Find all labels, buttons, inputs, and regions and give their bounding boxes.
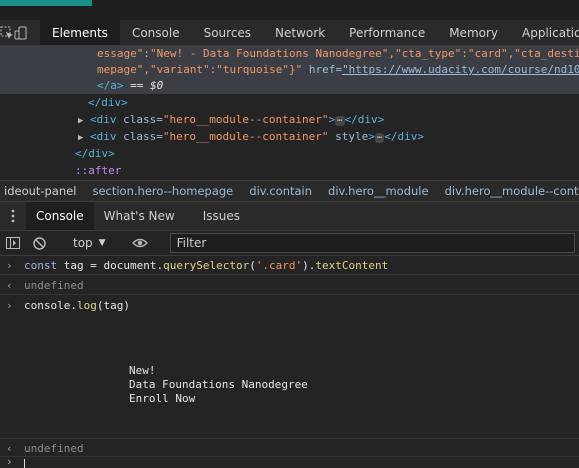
context-selector[interactable]: top ▼ bbox=[65, 236, 114, 250]
log-output-line: Data Foundations Nanodegree bbox=[129, 378, 308, 391]
closing-tag: </div> bbox=[344, 113, 385, 126]
prompt-chevron-icon: › bbox=[6, 259, 13, 272]
dom-node-line[interactable]: essage":"New! - Data Foundations Nanodeg… bbox=[97, 46, 579, 62]
attr-value: "hero__module--container" bbox=[162, 130, 329, 143]
prompt-chevron-icon: › bbox=[6, 455, 13, 468]
device-toolbar-icon[interactable] bbox=[14, 20, 28, 45]
attr-value: mepage","variant":"turquoise"}" bbox=[97, 63, 303, 76]
closing-tag: </a> bbox=[97, 79, 124, 92]
code-text: tag = document. bbox=[57, 259, 164, 272]
sidebar-toggle-icon[interactable] bbox=[0, 237, 26, 249]
breadcrumb-item[interactable]: div.hero__module--container bbox=[437, 184, 579, 198]
attr-name: style bbox=[328, 130, 369, 143]
console-toolbar: top ▼ Filter bbox=[0, 230, 579, 256]
tab-elements[interactable]: Elements bbox=[40, 20, 120, 45]
live-expression-eye-icon[interactable] bbox=[127, 238, 153, 248]
tab-console[interactable]: Console bbox=[120, 20, 192, 45]
menu-dots-icon[interactable] bbox=[0, 202, 26, 230]
expand-arrow-icon[interactable]: ▶ bbox=[78, 116, 83, 126]
expand-arrow-icon[interactable]: ▶ bbox=[78, 133, 83, 143]
collapsed-ellipsis-icon[interactable]: ⋯ bbox=[335, 116, 345, 126]
breadcrumb-item[interactable]: section.hero--homepage bbox=[84, 184, 241, 198]
context-value: top bbox=[73, 236, 93, 250]
console-command-line[interactable]: › console.log(tag) bbox=[0, 296, 579, 315]
dom-node-line[interactable]: </div> bbox=[88, 95, 128, 111]
console-result-line: ‹ undefined bbox=[0, 438, 579, 457]
console-result-line: ‹ undefined bbox=[0, 276, 579, 295]
pseudo-element: ::after bbox=[75, 164, 122, 177]
tag-bracket: > bbox=[328, 113, 336, 126]
attr-value: "hero__module--container" bbox=[162, 113, 329, 126]
clear-console-icon[interactable] bbox=[26, 236, 52, 250]
closing-tag: </div> bbox=[75, 147, 115, 160]
devtools-tab-bar: Elements Console Sources Network Perform… bbox=[0, 20, 579, 46]
selected-marker: == $0 bbox=[123, 79, 164, 92]
code-text: ( bbox=[249, 259, 256, 272]
drawer-tab-console[interactable]: Console bbox=[26, 202, 94, 230]
result-value: undefined bbox=[24, 442, 84, 455]
console-command-line[interactable]: › const tag = document.querySelector('.c… bbox=[0, 256, 579, 275]
collapsed-ellipsis-icon[interactable]: ⋯ bbox=[374, 133, 385, 143]
href-link[interactable]: "https://www.udacity.com/course/nd10 bbox=[342, 63, 579, 76]
dom-node-line[interactable]: ▶ <div class="hero__module--container" s… bbox=[78, 129, 424, 145]
chevron-down-icon: ▼ bbox=[98, 238, 106, 248]
filter-input[interactable]: Filter bbox=[169, 233, 575, 253]
log-output-line: Enroll Now bbox=[129, 392, 196, 405]
dom-node-line[interactable]: </a> == $0 bbox=[97, 78, 163, 94]
tab-network[interactable]: Network bbox=[263, 20, 337, 45]
breadcrumb: ideout-panel section.hero--homepage div.… bbox=[0, 180, 579, 201]
attr-value: essage":"New! - Data Foundations Nanodeg… bbox=[97, 47, 579, 60]
console-input-caret[interactable] bbox=[24, 459, 25, 468]
drawer-tab-issues[interactable]: Issues bbox=[185, 202, 250, 230]
prompt-chevron-icon: › bbox=[6, 299, 13, 312]
result-value: undefined bbox=[24, 279, 84, 292]
keyword: const bbox=[24, 259, 58, 272]
inspect-element-icon[interactable] bbox=[0, 20, 14, 45]
string-literal: '.card' bbox=[255, 259, 303, 272]
tag-open: <div bbox=[90, 113, 124, 126]
closing-tag: </div> bbox=[88, 96, 128, 109]
tag-open: <div bbox=[90, 130, 124, 143]
tag-bracket: > bbox=[368, 130, 375, 143]
code-text: (tag) bbox=[96, 299, 130, 312]
tab-sources[interactable]: Sources bbox=[192, 20, 263, 45]
tab-performance[interactable]: Performance bbox=[337, 20, 437, 45]
attr-name: class= bbox=[123, 130, 163, 143]
tab-memory[interactable]: Memory bbox=[437, 20, 510, 45]
code-text: ). bbox=[302, 259, 316, 272]
function-name: log bbox=[76, 299, 97, 312]
elements-tree: essage":"New! - Data Foundations Nanodeg… bbox=[0, 46, 579, 180]
attr-name: href= bbox=[302, 63, 343, 76]
breadcrumb-item[interactable]: ideout-panel bbox=[0, 184, 84, 198]
attr-name: class= bbox=[123, 113, 163, 126]
dom-node-line[interactable]: mepage","variant":"turquoise"}" href="ht… bbox=[97, 62, 579, 78]
result-arrow-icon: ‹ bbox=[6, 279, 13, 292]
page-hero-strip bbox=[0, 0, 92, 6]
dom-node-line[interactable]: </div> bbox=[75, 146, 115, 162]
drawer-tab-whats-new[interactable]: What's New bbox=[94, 202, 185, 230]
dom-node-line[interactable]: ::after bbox=[75, 163, 121, 179]
dom-node-line[interactable]: ▶ <div class="hero__module--container"> ⋯… bbox=[78, 112, 384, 128]
function-name: querySelector bbox=[163, 259, 250, 272]
property-name: textContent bbox=[315, 259, 389, 272]
closing-tag: </div> bbox=[384, 130, 425, 143]
drawer-tab-bar: Console What's New Issues bbox=[0, 201, 579, 230]
code-text: console. bbox=[24, 299, 77, 312]
browser-top-strip bbox=[0, 0, 579, 20]
log-output-line: New! bbox=[129, 364, 156, 377]
console-output: › const tag = document.querySelector('.c… bbox=[0, 256, 579, 468]
breadcrumb-item[interactable]: div.hero__module bbox=[320, 184, 437, 198]
tab-application[interactable]: Application bbox=[510, 20, 579, 45]
breadcrumb-item[interactable]: div.contain bbox=[241, 184, 320, 198]
